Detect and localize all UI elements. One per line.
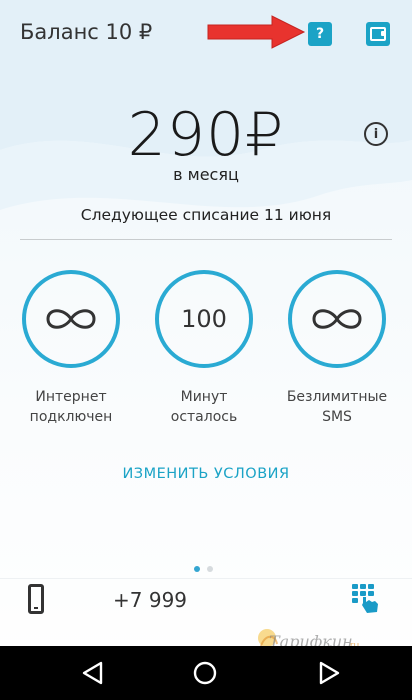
page-indicator [194, 566, 213, 572]
sms-label-line1: Безлимитные [286, 389, 388, 405]
info-icon[interactable]: i [364, 122, 388, 146]
page-dot[interactable] [207, 566, 213, 572]
change-conditions-link[interactable]: ИЗМЕНИТЬ УСЛОВИЯ [0, 466, 412, 482]
tariff-period: в месяц [173, 165, 239, 184]
red-arrow-annotation [207, 15, 306, 49]
keypad-tap-icon[interactable] [348, 580, 384, 616]
phone-number[interactable]: +7 999 [113, 588, 187, 612]
top-bar: Баланс 10 ₽ ? [0, 0, 412, 70]
minutes-ring[interactable]: 100 [155, 270, 253, 368]
footer-divider [0, 578, 412, 579]
wallet-button[interactable] [366, 22, 390, 46]
balance-label: Баланс 10 ₽ [20, 20, 153, 44]
question-icon: ? [315, 26, 325, 42]
sms-ring[interactable] [288, 270, 386, 368]
minutes-label-line2: осталось [170, 409, 238, 425]
minutes-label: Минут осталось [139, 387, 269, 427]
page-dot-active[interactable] [194, 566, 200, 572]
recents-icon[interactable] [316, 660, 342, 686]
infinity-icon [46, 309, 96, 329]
internet-label-line1: Интернет [35, 389, 107, 405]
android-nav-bar [0, 646, 412, 700]
minutes-label-line1: Минут [180, 389, 228, 405]
internet-ring[interactable] [22, 270, 120, 368]
back-icon[interactable] [80, 660, 106, 686]
help-button[interactable]: ? [308, 22, 332, 46]
infinity-icon [312, 309, 362, 329]
home-icon[interactable] [192, 660, 218, 686]
app-screen: Баланс 10 ₽ ? 290₽ i в месяц Следующее с… [0, 0, 412, 700]
divider [20, 239, 392, 240]
sms-label: Безлимитные SMS [272, 387, 402, 427]
internet-label-line2: подключен [29, 409, 113, 425]
minutes-left-value: 100 [181, 305, 227, 333]
tariff-price: 290₽ [127, 100, 285, 170]
phone-icon[interactable] [28, 584, 44, 614]
internet-label: Интернет подключен [6, 387, 136, 427]
next-charge-date: Следующее списание 11 июня [80, 206, 332, 224]
sms-label-line2: SMS [322, 409, 352, 425]
wallet-icon [370, 27, 386, 41]
